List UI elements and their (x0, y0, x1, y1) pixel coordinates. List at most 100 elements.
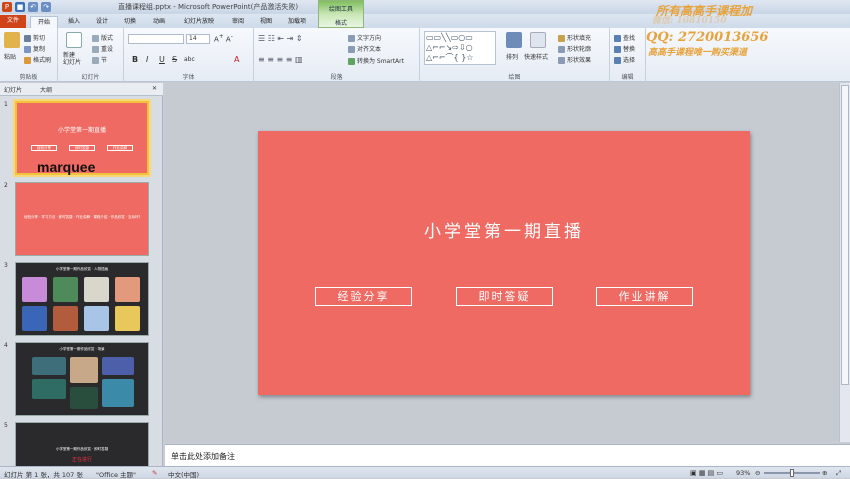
scroll-thumb[interactable] (841, 85, 849, 385)
bullets-icon[interactable]: ☰ ☷ ⇤ ⇥ ⇕ (258, 34, 303, 43)
zoom-out-icon[interactable]: ⊖ (755, 469, 760, 477)
shadow-button[interactable]: abc (184, 56, 195, 63)
replace-button[interactable]: 替换 (614, 44, 635, 53)
section-icon (92, 57, 99, 64)
font-color-icon[interactable]: A (234, 55, 239, 64)
window-title: 直播课程组.pptx - Microsoft PowerPoint(产品激活失败… (118, 3, 299, 11)
strikethrough-button[interactable]: S (172, 55, 177, 64)
arrange-button[interactable]: 排列 (506, 52, 518, 61)
font-size-box[interactable]: 14 (186, 34, 210, 44)
layout-button[interactable]: 版式 (92, 33, 113, 42)
illustration-image (22, 306, 47, 331)
font-name-box[interactable] (128, 34, 184, 44)
tab-review[interactable]: 审阅 (226, 16, 250, 28)
tab-outline[interactable]: 大纲 (40, 85, 52, 94)
quick-styles-icon[interactable] (530, 32, 546, 48)
arrange-icon[interactable] (506, 32, 522, 48)
editing-label: 编辑 (621, 74, 634, 81)
powerpoint-app-icon[interactable]: P (2, 2, 12, 12)
format-painter-button[interactable]: 格式刷 (24, 55, 51, 64)
notes-pane[interactable]: 单击此处添加备注 (165, 444, 850, 466)
copy-button[interactable]: 复制 (24, 44, 45, 53)
text-direction-button[interactable]: 文字方向 (348, 33, 381, 42)
slide-thumbnail-4[interactable]: 小学堂第一期作品欣赏 · 场景 (15, 342, 149, 416)
scene-image (32, 379, 66, 399)
align-text-icon (348, 46, 355, 53)
scissors-icon (24, 35, 31, 42)
shapes-gallery[interactable]: ▭▭╲╲▭○▭ △⌐⌐↘⇨⇩○ △⌐⌐⌒{ }☆ (424, 31, 496, 65)
tab-addins[interactable]: 加载项 (282, 16, 312, 28)
fit-window-icon[interactable]: ⤢ (836, 469, 841, 478)
tab-file[interactable]: 文件 (0, 15, 26, 28)
shape-effects-button[interactable]: 形状效果 (558, 55, 591, 64)
shape-outline-button[interactable]: 形状轮廓 (558, 44, 591, 53)
slide-thumbnail-1[interactable]: 小学堂第一期直播 经验分享 即时答疑 作业讲解 marquee (13, 99, 151, 177)
slide-button-sharing[interactable]: 经验分享 (315, 287, 412, 306)
slides-group: 新建 幻灯片 版式 重设 节 幻灯片 (58, 28, 124, 82)
close-icon[interactable]: ✕ (152, 85, 157, 92)
tab-slideshow[interactable]: 幻灯片放映 (176, 16, 222, 28)
pane-tabs: 幻灯片 大纲 ✕ (0, 83, 163, 96)
find-button[interactable]: 查找 (614, 33, 635, 42)
align-text-button[interactable]: 对齐文本 (348, 44, 381, 53)
zoom-level[interactable]: 93% (736, 469, 750, 477)
undo-icon[interactable]: ↶ (28, 2, 38, 12)
zoom-in-icon[interactable]: ⊕ (822, 469, 827, 477)
select-button[interactable]: 选择 (614, 55, 635, 64)
clipboard-label: 剪贴板 (19, 74, 38, 81)
align-icons[interactable]: ≡ ≡ ≡ ≡ ▥ (258, 55, 303, 64)
drawing-group: ▭▭╲╲▭○▭ △⌐⌐↘⇨⇩○ △⌐⌐⌒{ }☆ 排列 快速样式 形状填充 形状轮廓… (420, 28, 610, 82)
context-tab-drawing-tools[interactable]: 绘图工具 格式 (318, 0, 364, 28)
slide-button-homework[interactable]: 作业讲解 (596, 287, 693, 306)
tab-slides[interactable]: 幻灯片 (4, 85, 22, 94)
vertical-scrollbar[interactable] (839, 83, 850, 442)
new-slide-button[interactable]: 新建 幻灯片 (63, 52, 81, 66)
tab-insert[interactable]: 插入 (62, 16, 86, 28)
illustration-image (22, 277, 47, 302)
italic-button[interactable]: I (146, 55, 148, 64)
copy-icon (24, 46, 31, 53)
underline-button[interactable]: U (159, 55, 165, 64)
effects-icon (558, 57, 565, 64)
slide-title[interactable]: 小学堂第一期直播 (258, 217, 750, 242)
save-icon[interactable]: ■ (15, 2, 25, 12)
zoom-knob[interactable] (790, 469, 794, 477)
slide-editor[interactable]: 小学堂第一期直播 经验分享 即时答疑 作业讲解 (165, 83, 850, 442)
tab-view[interactable]: 视图 (254, 16, 278, 28)
quick-styles-button[interactable]: 快速样式 (524, 52, 548, 61)
thumb-button: 经验分享 (31, 145, 57, 151)
grow-font-icon[interactable]: A+ A- (214, 34, 233, 43)
zoom-slider[interactable] (764, 469, 820, 477)
binoculars-icon (614, 35, 621, 42)
illustration-image (115, 306, 140, 331)
smartart-button[interactable]: 转换为 SmartArt (348, 56, 404, 65)
current-slide[interactable]: 小学堂第一期直播 经验分享 即时答疑 作业讲解 (258, 131, 750, 395)
editing-group: 查找 替换 选择 编辑 (610, 28, 646, 82)
reset-button[interactable]: 重设 (92, 44, 113, 53)
cut-button[interactable]: 剪切 (24, 33, 45, 42)
slide-thumbnail-3[interactable]: 小学堂第一期作品欣赏 · 人物插画 (15, 262, 149, 336)
watermark-faded: 微信: 10810150 (652, 16, 727, 26)
tab-design[interactable]: 设计 (90, 16, 114, 28)
illustration-image (84, 277, 109, 302)
spellcheck-icon[interactable]: ✎ (152, 469, 157, 477)
tab-animations[interactable]: 动画 (146, 16, 172, 28)
slide-button-qa[interactable]: 即时答疑 (456, 287, 553, 306)
tab-transitions[interactable]: 切换 (118, 16, 142, 28)
notes-placeholder[interactable]: 单击此处添加备注 (171, 451, 235, 462)
tab-format[interactable]: 格式 (319, 18, 363, 27)
new-slide-icon[interactable] (66, 32, 82, 48)
paste-button[interactable]: 粘贴 (4, 52, 16, 61)
slide-thumbnail-2[interactable]: 经验分享 · 学习方法 · 即时答疑 · 作业讲解 · 课程介绍 · 作品欣赏 … (15, 182, 149, 256)
slide-thumbnail-5[interactable]: 小学堂第一期作品欣赏 · 即时答疑 正在进行 (15, 422, 149, 466)
tab-home[interactable]: 开始 (30, 16, 58, 28)
shape-fill-button[interactable]: 形状填充 (558, 33, 591, 42)
paste-icon[interactable] (4, 32, 20, 48)
section-button[interactable]: 节 (92, 55, 107, 64)
redo-icon[interactable]: ↷ (41, 2, 51, 12)
scene-image (32, 357, 66, 375)
thumb-button: 作业讲解 (107, 145, 133, 151)
view-buttons[interactable]: ▣ ▦ ▤ ▭ (690, 469, 723, 477)
bold-button[interactable]: B (132, 55, 138, 64)
text-direction-icon (348, 35, 355, 42)
